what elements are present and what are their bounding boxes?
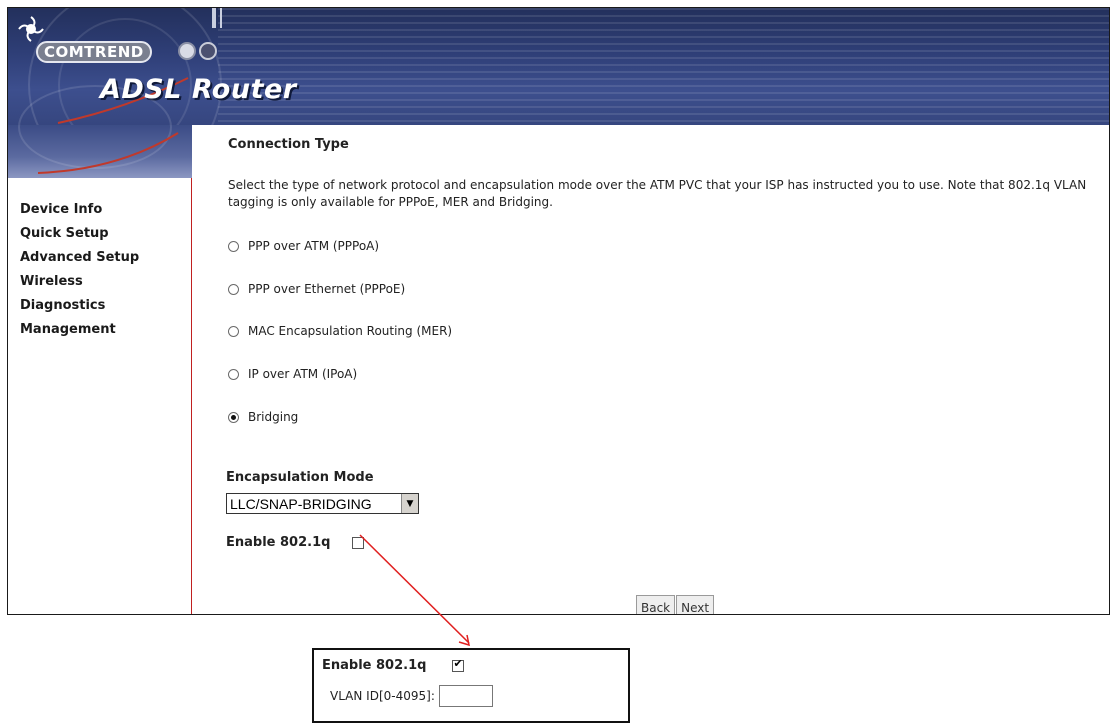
zoomed-inset: Enable 802.1q VLAN ID[0-4095]: <box>312 648 630 723</box>
radio-button[interactable] <box>228 240 239 252</box>
radio-button[interactable] <box>228 283 239 295</box>
nav-item-advanced-setup[interactable]: Advanced Setup <box>20 246 191 270</box>
nav-item-wireless[interactable]: Wireless <box>20 270 191 294</box>
description-text: Select the type of network protocol and … <box>228 178 1087 209</box>
radio-label: Bridging <box>248 410 299 424</box>
radio-button[interactable] <box>228 368 239 380</box>
inset-enable-8021q-row: Enable 802.1q <box>322 657 465 673</box>
vlan-id-input[interactable] <box>438 685 493 707</box>
back-button[interactable]: Back <box>636 595 676 614</box>
brand-logo: COMTREND <box>36 41 152 63</box>
inset-enable-8021q-label: Enable 802.1q <box>322 658 427 673</box>
radio-label: PPP over ATM (PPPoA) <box>248 239 380 253</box>
select-value: LLC/SNAP-BRIDGING <box>230 495 372 512</box>
enable-8021q-label: Enable 802.1q <box>226 535 331 550</box>
enable-8021q-checkbox[interactable] <box>352 536 365 549</box>
vlan-id-row: VLAN ID[0-4095]: <box>330 685 493 707</box>
button-row: Back Next <box>636 595 715 614</box>
nav-item-management[interactable]: Management <box>20 318 191 342</box>
nav-item-device-info[interactable]: Device Info <box>20 198 191 222</box>
inset-enable-8021q-checkbox[interactable] <box>452 657 465 672</box>
swoosh-decoration-icon <box>37 132 179 174</box>
radio-option-ipoa[interactable]: IP over ATM (IPoA) <box>228 365 357 383</box>
radio-label: IP over ATM (IPoA) <box>248 367 358 381</box>
radio-button-selected[interactable] <box>228 411 239 423</box>
encapsulation-heading: Encapsulation Mode <box>226 470 374 485</box>
radio-label: MAC Encapsulation Routing (MER) <box>248 324 453 338</box>
comtrend-swirl-logo-icon <box>18 16 44 42</box>
radio-option-bridging[interactable]: Bridging <box>228 408 298 426</box>
radio-button[interactable] <box>228 325 239 337</box>
enable-8021q-row: Enable 802.1q <box>226 535 365 550</box>
sidebar-nav: Device Info Quick Setup Advanced Setup W… <box>8 178 192 614</box>
encapsulation-mode-select[interactable]: LLC/SNAP-BRIDGING ▼ <box>226 493 419 514</box>
nav-item-diagnostics[interactable]: Diagnostics <box>20 294 191 318</box>
radio-label: PPP over Ethernet (PPPoE) <box>248 282 406 296</box>
logo-dots <box>178 42 220 64</box>
radio-option-pppoa[interactable]: PPP over ATM (PPPoA) <box>228 237 379 255</box>
vlan-id-label: VLAN ID[0-4095]: <box>330 689 435 703</box>
radio-option-mer[interactable]: MAC Encapsulation Routing (MER) <box>228 322 452 340</box>
router-window: COMTREND ADSL Router Device Info Quick S… <box>7 7 1110 615</box>
nav-item-quick-setup[interactable]: Quick Setup <box>20 222 191 246</box>
nav-header-graphic <box>8 85 192 178</box>
next-button[interactable]: Next <box>676 595 715 614</box>
chevron-down-icon[interactable]: ▼ <box>401 494 418 513</box>
header-banner: COMTREND ADSL Router <box>8 8 1109 125</box>
page-title: Connection Type <box>228 137 349 152</box>
radio-option-pppoe[interactable]: PPP over Ethernet (PPPoE) <box>228 280 405 298</box>
